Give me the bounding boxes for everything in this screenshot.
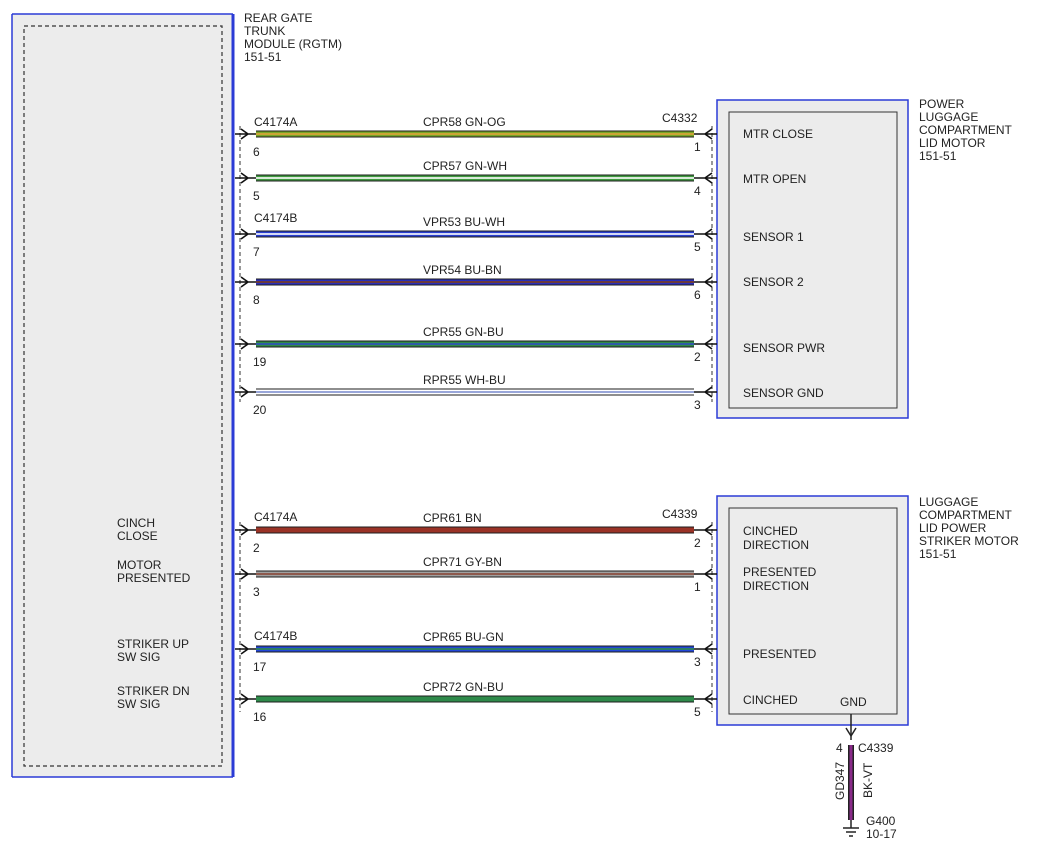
left-terminal-cpr72	[235, 693, 256, 705]
right-terminal-vpr53	[694, 228, 717, 240]
left-pin-cpr57: 5	[253, 189, 260, 203]
left-terminal-cpr58	[235, 128, 256, 140]
pin-label-cpr55: SENSOR PWR	[743, 341, 825, 355]
connector-c4174b-bottom: C4174B	[254, 629, 297, 643]
wire-rpr55-stripe	[256, 391, 694, 393]
left-terminal-vpr53	[235, 228, 256, 240]
wire-cpr55-stripe	[256, 343, 694, 345]
ground-id: G400	[866, 814, 896, 828]
striker-motor-title: LUGGAGE COMPARTMENT LID POWER STRIKER MO…	[919, 495, 1022, 561]
wire-cpr57-stripe	[256, 177, 694, 179]
right-pin-vpr54: 6	[694, 288, 701, 302]
wire-cpr65-stripe	[256, 648, 694, 650]
left-terminal-rpr55	[235, 386, 256, 398]
left-pin-vpr54: 8	[253, 293, 260, 307]
pin-label-cpr71: PRESENTED DIRECTION	[743, 565, 817, 593]
right-terminal-cpr71	[694, 568, 717, 580]
left-pin-cpr71: 3	[253, 585, 260, 599]
gnd-label: GND	[840, 695, 867, 709]
left-pin-cpr61: 2	[253, 541, 260, 555]
lid-motor-inner	[728, 111, 898, 409]
right-pin-cpr57: 4	[694, 184, 701, 198]
left-terminal-cpr57	[235, 172, 256, 184]
right-terminal-vpr54	[694, 276, 717, 288]
ground-circuit-id: GD347	[833, 762, 847, 800]
pin-label-cpr72: CINCHED	[743, 693, 798, 707]
right-pin-cpr55: 2	[694, 350, 701, 364]
pin-label-cpr57: MTR OPEN	[743, 172, 806, 186]
pin-label-vpr54: SENSOR 2	[743, 275, 804, 289]
left-pin-vpr53: 7	[253, 245, 260, 259]
ground-connector: C4339	[858, 741, 894, 755]
wire-cpr72-stripe	[256, 698, 694, 700]
left-pin-cpr55: 19	[253, 355, 267, 369]
right-terminal-cpr72	[694, 693, 717, 705]
wire-label-cpr55: CPR55 GN-BU	[423, 325, 504, 339]
right-pin-cpr61: 2	[694, 536, 701, 550]
wire-label-vpr53: VPR53 BU-WH	[423, 215, 505, 229]
right-pin-rpr55: 3	[694, 398, 701, 412]
wire-cpr71-stripe	[256, 573, 694, 575]
right-terminal-cpr57	[694, 172, 717, 184]
ground-wire-stripe	[849, 745, 853, 820]
left-pin-rpr55: 20	[253, 403, 267, 417]
right-pin-cpr71: 1	[694, 580, 701, 594]
wire-cpr58-stripe	[256, 133, 694, 135]
pin-label-rpr55: SENSOR GND	[743, 386, 824, 400]
right-terminal-cpr61	[694, 524, 717, 536]
wire-label-cpr65: CPR65 BU-GN	[423, 630, 504, 644]
connector-c4332: C4332	[662, 111, 698, 125]
ground-wire-color: BK-VT	[861, 762, 875, 798]
right-terminal-cpr58	[694, 128, 717, 140]
wire-vpr53-stripe	[256, 233, 694, 235]
connector-c4339: C4339	[662, 507, 698, 521]
wire-label-vpr54: VPR54 BU-BN	[423, 263, 502, 277]
wire-label-cpr72: CPR72 GN-BU	[423, 680, 504, 694]
left-pin-cpr65: 17	[253, 660, 267, 674]
left-terminal-cpr55	[235, 338, 256, 350]
left-terminal-cpr71	[235, 568, 256, 580]
lid-motor-module	[716, 99, 909, 419]
right-terminal-cpr55	[694, 338, 717, 350]
left-pin-cpr58: 6	[253, 145, 260, 159]
wire-label-cpr61: CPR61 BN	[423, 511, 482, 525]
left-label-cinch-close: CINCH CLOSE	[117, 516, 158, 543]
lid-motor-title: POWER LUGGAGE COMPARTMENT LID MOTOR 151-…	[919, 97, 1015, 163]
pin-label-cpr58: MTR CLOSE	[743, 127, 813, 141]
right-pin-cpr58: 1	[694, 140, 701, 154]
connector-c4174a-top: C4174A	[254, 115, 297, 129]
wire-label-cpr58: CPR58 GN-OG	[423, 115, 506, 129]
rgtm-title: REAR GATE TRUNK MODULE (RGTM) 151-51	[244, 11, 345, 64]
wire-cpr61-stripe	[256, 529, 694, 531]
left-terminal-cpr61	[235, 524, 256, 536]
wiring-diagram: REAR GATE TRUNK MODULE (RGTM) 151-51 POW…	[11, 11, 1022, 841]
right-pin-cpr72: 5	[694, 705, 701, 719]
right-terminal-cpr65	[694, 643, 717, 655]
left-terminal-vpr54	[235, 276, 256, 288]
wire-label-rpr55: RPR55 WH-BU	[423, 373, 506, 387]
connector-c4174a-bottom: C4174A	[254, 510, 297, 524]
left-pin-cpr72: 16	[253, 710, 267, 724]
ground-pin: 4	[836, 741, 843, 755]
pin-label-vpr53: SENSOR 1	[743, 230, 804, 244]
right-terminal-rpr55	[694, 386, 717, 398]
wire-label-cpr71: CPR71 GY-BN	[423, 555, 502, 569]
right-pin-vpr53: 5	[694, 240, 701, 254]
ground-page: 10-17	[866, 827, 897, 841]
pin-label-cpr65: PRESENTED	[743, 647, 817, 661]
connector-c4174b-top: C4174B	[254, 211, 297, 225]
right-pin-cpr65: 3	[694, 655, 701, 669]
wire-label-cpr57: CPR57 GN-WH	[423, 159, 507, 173]
wire-vpr54-stripe	[256, 281, 694, 283]
left-terminal-cpr65	[235, 643, 256, 655]
